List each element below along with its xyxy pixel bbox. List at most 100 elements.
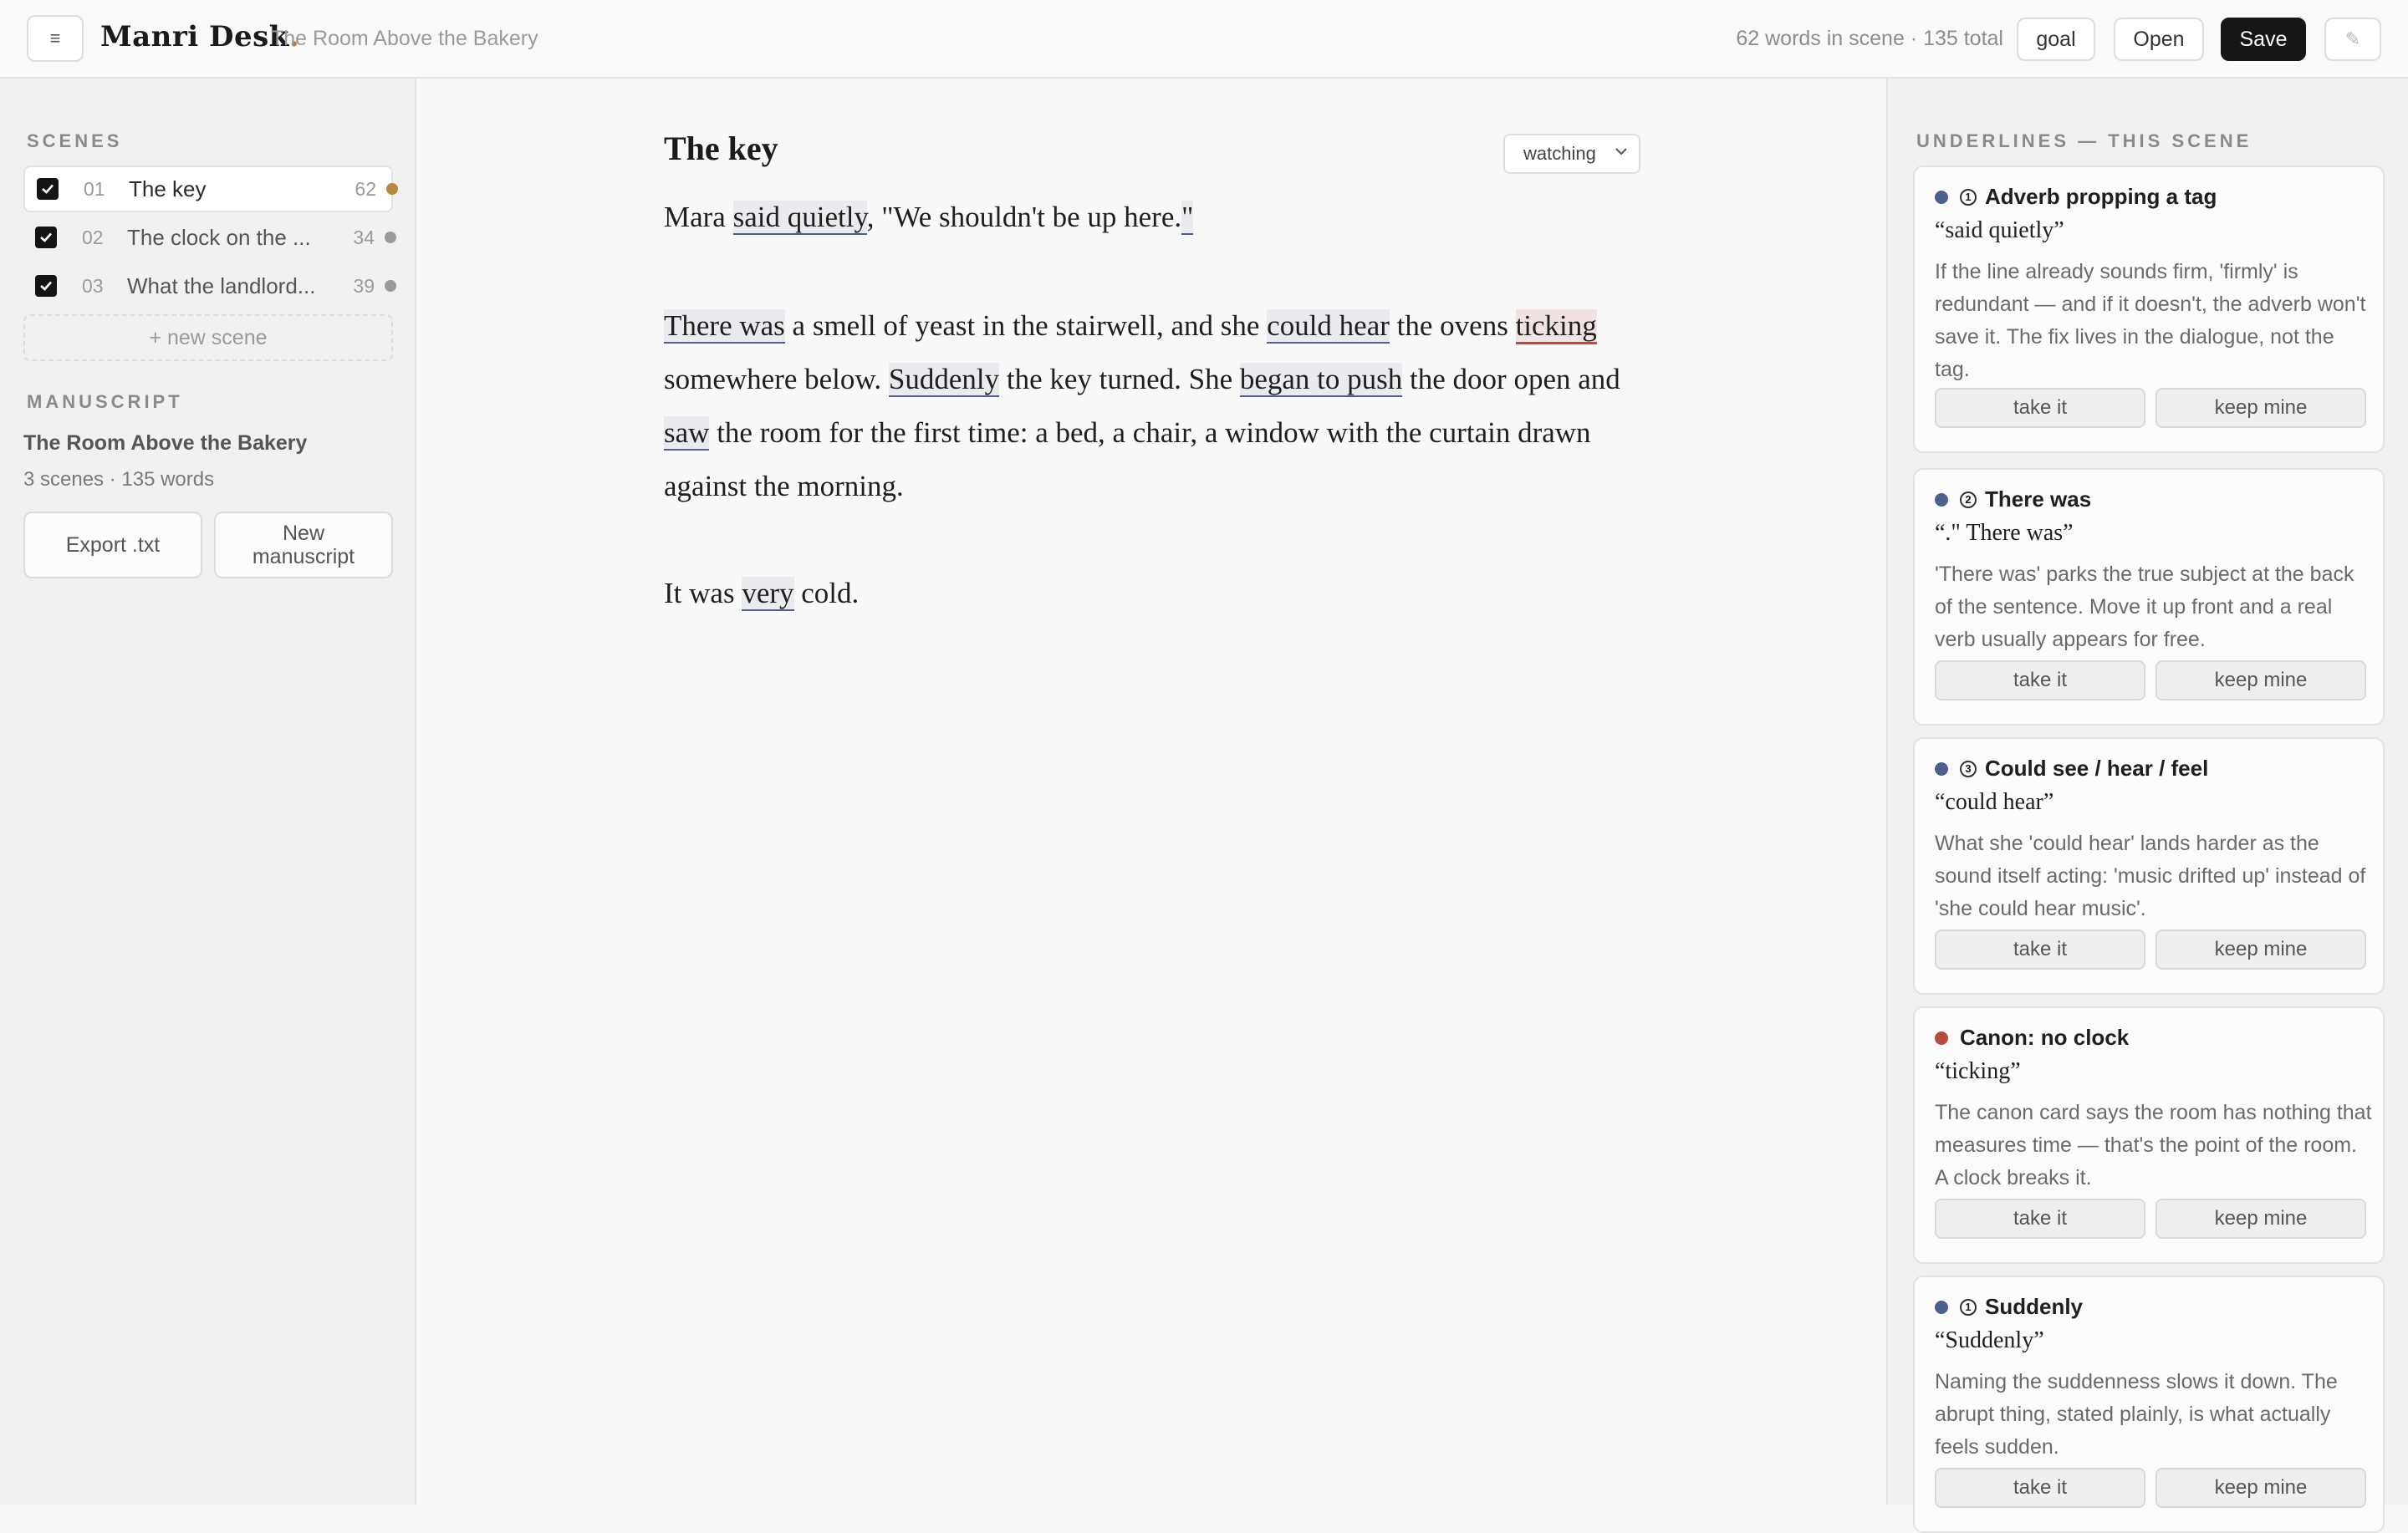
scene-item[interactable]: 02 The clock on the ... 34 — [23, 214, 396, 261]
scene-word-count: 39 — [353, 274, 375, 297]
scene-word-count: 62 — [355, 177, 376, 200]
take-it-button[interactable]: take it — [1935, 1468, 2145, 1508]
card-header: 1 Adverb propping a tag — [1935, 184, 2217, 210]
editor: The key watching Mara said quietly, "We … — [418, 79, 1886, 1505]
scene-title[interactable]: The key — [664, 129, 778, 168]
scene-item[interactable]: 03 What the landlord... 39 — [23, 262, 396, 309]
scene-word-count: 34 — [353, 226, 375, 248]
severity-dot — [1935, 190, 1948, 204]
style-underline[interactable]: There was — [664, 309, 785, 344]
keep-mine-button[interactable]: keep mine — [2155, 929, 2366, 970]
style-underline[interactable]: said quietly — [732, 201, 867, 235]
numbered-circle-icon: 1 — [1960, 188, 1977, 206]
paragraph[interactable]: Mara said quietly, "We shouldn't be up h… — [664, 191, 1659, 244]
underlines-heading: UNDERLINES — THIS SCENE — [1916, 130, 2252, 151]
card-explanation: 'There was' parks the true subject at th… — [1935, 563, 2354, 651]
scene-checkbox[interactable] — [35, 275, 57, 297]
goal-button[interactable]: goal — [2017, 18, 2095, 61]
card-header: 3 Could see / hear / feel — [1935, 756, 2208, 782]
new-scene-button[interactable]: + new scene — [23, 314, 393, 361]
take-it-button[interactable]: take it — [1935, 1199, 2145, 1239]
card-explanation: Naming the suddenness slows it down. The… — [1935, 1370, 2338, 1459]
card-title: Canon: no clock — [1960, 1025, 2130, 1050]
card-explanation: If the line already sounds firm, 'firmly… — [1935, 260, 2366, 381]
word-count: 62 words in scene · 135 total — [1736, 27, 2003, 50]
card-quote: “Suddenly” — [1935, 1327, 2044, 1353]
card-title: Adverb propping a tag — [1985, 184, 2217, 209]
take-it-button[interactable]: take it — [1935, 388, 2145, 428]
keep-mine-button[interactable]: keep mine — [2155, 660, 2366, 700]
paragraph[interactable]: There was a smell of yeast in the stairw… — [664, 299, 1659, 513]
style-underline[interactable]: Suddenly — [888, 363, 1000, 397]
save-button[interactable]: Save — [2221, 18, 2306, 61]
export-txt-button[interactable]: Export .txt — [23, 512, 202, 578]
underlines-panel: UNDERLINES — THIS SCENE 1 Adverb propping… — [1886, 79, 2408, 1533]
card-title: Suddenly — [1985, 1294, 2084, 1319]
hamburger-icon: ≡ — [49, 28, 61, 48]
card-title: Could see / hear / feel — [1985, 756, 2209, 781]
scene-number: 02 — [82, 226, 104, 248]
scene-status-dot — [386, 183, 398, 195]
severity-dot — [1935, 492, 1948, 507]
menu-button[interactable]: ≡ — [27, 15, 84, 62]
card-quote: “ticking” — [1935, 1058, 2021, 1084]
numbered-circle-icon: 1 — [1960, 1298, 1977, 1316]
edit-mode-button[interactable]: ✎ — [2324, 18, 2381, 61]
manuscript-heading: MANUSCRIPT — [27, 391, 183, 412]
underline-card: 1 Suddenly “Suddenly” Naming the suddenness… — [1913, 1276, 2385, 1533]
keep-mine-button[interactable]: keep mine — [2155, 1468, 2366, 1508]
underline-card: 2 There was “." There was” 'There was' park… — [1913, 468, 2385, 726]
severity-dot — [1935, 761, 1948, 776]
underline-card: 3 Could see / hear / feel “could hear” What… — [1913, 737, 2385, 995]
card-header: 1 Suddenly — [1935, 1294, 2083, 1320]
open-button[interactable]: Open — [2114, 18, 2204, 61]
card-explanation: The canon card says the room has nothing… — [1935, 1101, 2372, 1189]
style-underline[interactable]: " — [1181, 201, 1194, 235]
style-underline[interactable]: began to push — [1239, 363, 1403, 397]
take-it-button[interactable]: take it — [1935, 660, 2145, 700]
document-title: The Room Above the Bakery — [271, 27, 538, 50]
scene-status-dot — [385, 280, 396, 292]
underline-card: Canon: no clock “ticking” The canon card s… — [1913, 1006, 2385, 1264]
top-bar: ≡ Manri Desk. The Room Above the Bakery … — [0, 0, 2408, 79]
scene-checkbox[interactable] — [37, 178, 59, 200]
numbered-circle-icon: 3 — [1960, 760, 1977, 777]
card-header: 2 There was — [1935, 486, 2091, 512]
mode-select[interactable]: watching — [1503, 134, 1640, 174]
manuscript-meta: 3 scenes · 135 words — [23, 468, 215, 491]
style-underline[interactable]: very — [742, 577, 794, 611]
card-header: Canon: no clock — [1935, 1025, 2129, 1051]
severity-dot — [1935, 1300, 1948, 1314]
scene-number: 01 — [84, 177, 105, 200]
app-logo: Manri Desk. — [100, 20, 300, 53]
card-title: There was — [1985, 486, 2092, 512]
style-underline[interactable]: could hear — [1267, 309, 1390, 344]
scene-name: The clock on the ... — [127, 224, 311, 250]
manuscript-title: The Room Above the Bakery — [23, 431, 308, 455]
style-underline[interactable]: saw — [664, 416, 710, 451]
scene-name: The key — [129, 176, 207, 201]
card-quote: “could hear” — [1935, 789, 2054, 815]
underline-card: 1 Adverb propping a tag “said quietly” If t… — [1913, 166, 2385, 453]
scenes-heading: SCENES — [27, 130, 123, 151]
keep-mine-button[interactable]: keep mine — [2155, 1199, 2366, 1239]
scene-name: What the landlord... — [127, 272, 316, 298]
card-quote: “." There was” — [1935, 520, 2074, 546]
scene-status-dot — [385, 232, 396, 243]
numbered-circle-icon: 2 — [1960, 491, 1977, 508]
keep-mine-button[interactable]: keep mine — [2155, 388, 2366, 428]
pencil-icon: ✎ — [2344, 28, 2361, 49]
new-manuscript-button[interactable]: New manuscript — [214, 512, 393, 578]
scene-checkbox[interactable] — [35, 227, 57, 248]
chevron-down-icon — [1614, 144, 1629, 163]
severity-dot — [1935, 1031, 1948, 1045]
paragraph[interactable]: It was very cold. — [664, 567, 1659, 620]
mode-select-value: watching — [1523, 143, 1596, 164]
canon-underline[interactable]: ticking — [1515, 309, 1597, 344]
take-it-button[interactable]: take it — [1935, 929, 2145, 970]
scene-item[interactable]: 01 The key 62 — [23, 166, 398, 212]
card-quote: “said quietly” — [1935, 217, 2064, 243]
sidebar: SCENES 01 The key 62 02 The clock on the ...… — [0, 79, 416, 1505]
card-explanation: What she 'could hear' lands harder as th… — [1935, 832, 2366, 920]
scene-number: 03 — [82, 274, 104, 297]
